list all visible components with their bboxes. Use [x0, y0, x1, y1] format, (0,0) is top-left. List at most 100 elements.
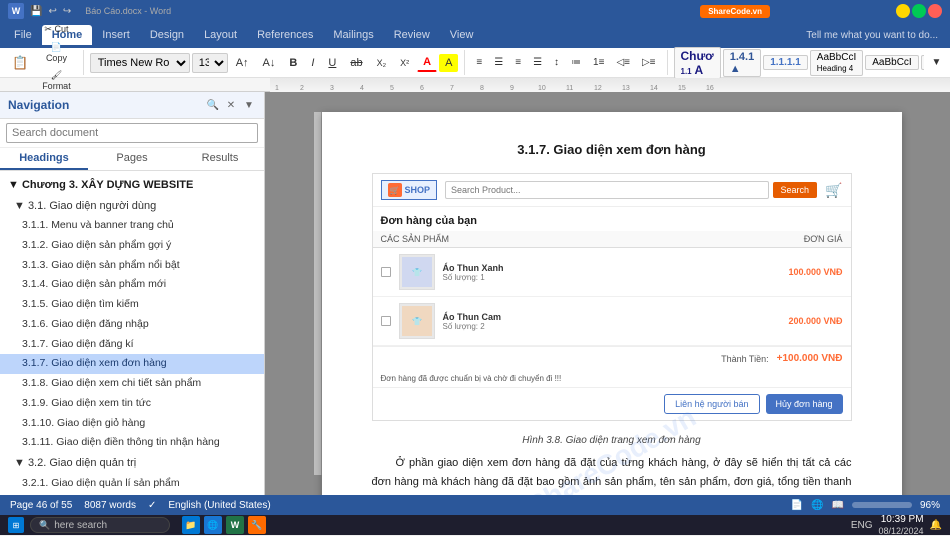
copy-button[interactable]: 📄 Copy: [36, 39, 77, 66]
nav-item-312[interactable]: 3.1.2. Giao diện sản phẩm gợi ý: [0, 236, 264, 256]
contact-seller-button[interactable]: Liên hệ người bán: [664, 394, 759, 414]
maximize-button[interactable]: [912, 4, 926, 18]
style-heading2[interactable]: 1.4.1 ▲: [723, 49, 761, 77]
highlight-button[interactable]: A: [439, 54, 458, 72]
nav-item-314[interactable]: 3.1.4. Giao diện sản phẩm mới: [0, 275, 264, 295]
numbering-button[interactable]: 1≡: [588, 55, 609, 70]
quick-access-redo[interactable]: ↪: [63, 6, 71, 17]
nav-item-316[interactable]: 3.1.6. Giao diện đăng nhập: [0, 315, 264, 335]
nav-tab-pages[interactable]: Pages: [88, 148, 176, 170]
quick-access-undo[interactable]: ↩: [48, 6, 56, 17]
styles-scroll-button[interactable]: ▼: [927, 55, 947, 70]
taskbar-app-icon[interactable]: 🔧: [248, 516, 266, 534]
tell-me-input[interactable]: Tell me what you want to do...: [798, 30, 946, 41]
taskbar-word-icon[interactable]: W: [226, 516, 244, 534]
superscript-button[interactable]: X²: [394, 55, 415, 71]
justify-button[interactable]: ☰: [528, 55, 547, 70]
nav-item-32[interactable]: ▼ 3.2. Giao diện quản trị: [0, 453, 264, 474]
cut-button[interactable]: ✂ Cut: [36, 21, 77, 38]
nav-item-317a[interactable]: 3.1.7. Giao diện đăng kí: [0, 335, 264, 355]
font-size-select[interactable]: 13: [192, 53, 228, 73]
nav-search-input[interactable]: [6, 123, 258, 143]
notification-icon[interactable]: 🔔: [930, 520, 942, 531]
nav-content: ▼ Chương 3. XÂY DỰNG WEBSITE ▼ 3.1. Giao…: [0, 171, 264, 495]
view-print-icon[interactable]: 📄: [791, 500, 803, 511]
tab-layout[interactable]: Layout: [194, 25, 247, 45]
tab-mailings[interactable]: Mailings: [323, 25, 383, 45]
nav-close-button[interactable]: ✕: [224, 98, 238, 112]
nav-item-313[interactable]: 3.1.3. Giao diện sản phẩm nổi bật: [0, 256, 264, 276]
align-center-button[interactable]: ☰: [489, 55, 508, 70]
nav-menu-button[interactable]: ▼: [242, 98, 256, 112]
style-heading1[interactable]: Chươ 1.1 A: [674, 47, 721, 79]
style-heading3[interactable]: 1.1.1.1: [763, 55, 808, 70]
underline-button[interactable]: U: [322, 54, 342, 72]
nav-tab-headings[interactable]: Headings: [0, 148, 88, 170]
paste-button[interactable]: 📋: [6, 52, 34, 74]
title-bar: W 💾 ↩ ↪ Báo Cáo.docx - Word ShareCode.vn: [0, 0, 950, 22]
zoom-slider[interactable]: [852, 502, 912, 508]
nav-item-321[interactable]: 3.2.1. Giao diện quản lí sản phẩm: [0, 474, 264, 494]
close-button[interactable]: [928, 4, 942, 18]
font-shrink-button[interactable]: A↓: [257, 54, 282, 72]
shop-search[interactable]: Search: [445, 181, 817, 199]
subscript-button[interactable]: X₂: [371, 55, 393, 71]
nav-item-317b[interactable]: 3.1.7. Giao diện xem đơn hàng: [0, 354, 264, 374]
tab-view[interactable]: View: [440, 25, 484, 45]
taskbar-search-text[interactable]: here search: [54, 520, 107, 531]
bold-button[interactable]: B: [283, 54, 303, 72]
language[interactable]: English (United States): [168, 500, 270, 511]
tab-references[interactable]: References: [247, 25, 323, 45]
taskbar-lang: ENG: [851, 520, 873, 531]
item-checkbox-1[interactable]: [381, 267, 391, 277]
nav-search-button[interactable]: 🔍: [206, 98, 220, 112]
nav-item-318[interactable]: 3.1.8. Giao diện xem chi tiết sản phẩm: [0, 374, 264, 394]
taskbar: ⊞ 🔍 here search 📁 🌐 W 🔧 ENG 10:39 PM 08/…: [0, 515, 950, 535]
tab-insert[interactable]: Insert: [92, 25, 140, 45]
tab-review[interactable]: Review: [384, 25, 440, 45]
shop-cart-icon[interactable]: 🛒: [825, 182, 842, 199]
shop-search-input[interactable]: [445, 181, 769, 199]
title-bar-controls[interactable]: [896, 4, 942, 18]
taskbar-search[interactable]: 🔍 here search: [30, 517, 170, 533]
item-checkbox-2[interactable]: [381, 316, 391, 326]
paragraph-text: Ở phần giao diện xem đơn hàng đã đặt của…: [372, 454, 852, 495]
nav-item-31[interactable]: ▼ 3.1. Giao diện người dùng: [0, 196, 264, 217]
style-nospace[interactable]: AaBbCcI: [921, 55, 924, 70]
italic-button[interactable]: I: [305, 54, 320, 72]
align-left-button[interactable]: ≡: [471, 55, 487, 70]
nav-item-3111[interactable]: 3.1.11. Giao diện điền thông tin nhận hà…: [0, 433, 264, 453]
taskbar-chrome-icon[interactable]: 🌐: [204, 516, 222, 534]
taskbar-explorer-icon[interactable]: 📁: [182, 516, 200, 534]
line-spacing-button[interactable]: ↕: [549, 55, 564, 70]
bullets-button[interactable]: ≔: [566, 55, 586, 70]
strikethrough-button[interactable]: ab: [344, 54, 368, 72]
nav-header: Navigation 🔍 ✕ ▼: [0, 92, 264, 119]
font-grow-button[interactable]: A↑: [230, 54, 255, 72]
style-heading4[interactable]: AaBbCcI Heading 4: [810, 50, 863, 76]
cancel-order-button[interactable]: Hủy đơn hàng: [766, 394, 843, 414]
nav-item-311[interactable]: 3.1.1. Menu và banner trang chủ: [0, 216, 264, 236]
quick-access-save[interactable]: 💾: [30, 6, 42, 17]
indent-increase-button[interactable]: ▷≡: [637, 55, 661, 70]
nav-item-3110[interactable]: 3.1.10. Giao diện giỏ hàng: [0, 414, 264, 434]
nav-item-319[interactable]: 3.1.9. Giao diện xem tin tức: [0, 394, 264, 414]
tab-design[interactable]: Design: [140, 25, 194, 45]
align-right-button[interactable]: ≡: [510, 55, 526, 70]
indent-decrease-button[interactable]: ◁≡: [611, 55, 635, 70]
nav-item-315[interactable]: 3.1.5. Giao diện tìm kiếm: [0, 295, 264, 315]
view-web-icon[interactable]: 🌐: [811, 500, 823, 511]
text-color-button[interactable]: A: [417, 53, 437, 72]
nav-tabs: Headings Pages Results: [0, 148, 264, 171]
font-family-select[interactable]: Times New Ro: [90, 53, 190, 73]
style-normal[interactable]: AaBbCcI: [865, 55, 918, 70]
nav-tab-results[interactable]: Results: [176, 148, 264, 170]
zoom-level[interactable]: 96%: [920, 500, 940, 511]
view-read-icon[interactable]: 📖: [832, 500, 844, 511]
start-button[interactable]: ⊞: [8, 517, 24, 533]
shop-search-button[interactable]: Search: [773, 182, 818, 198]
nav-item-322[interactable]: 3.2.2. Giao diện quản lí nhóm sản phẩm: [0, 493, 264, 495]
item-desc-1: Số lượng: 1: [443, 273, 755, 282]
minimize-button[interactable]: [896, 4, 910, 18]
nav-item-chapter3[interactable]: ▼ Chương 3. XÂY DỰNG WEBSITE: [0, 175, 264, 196]
